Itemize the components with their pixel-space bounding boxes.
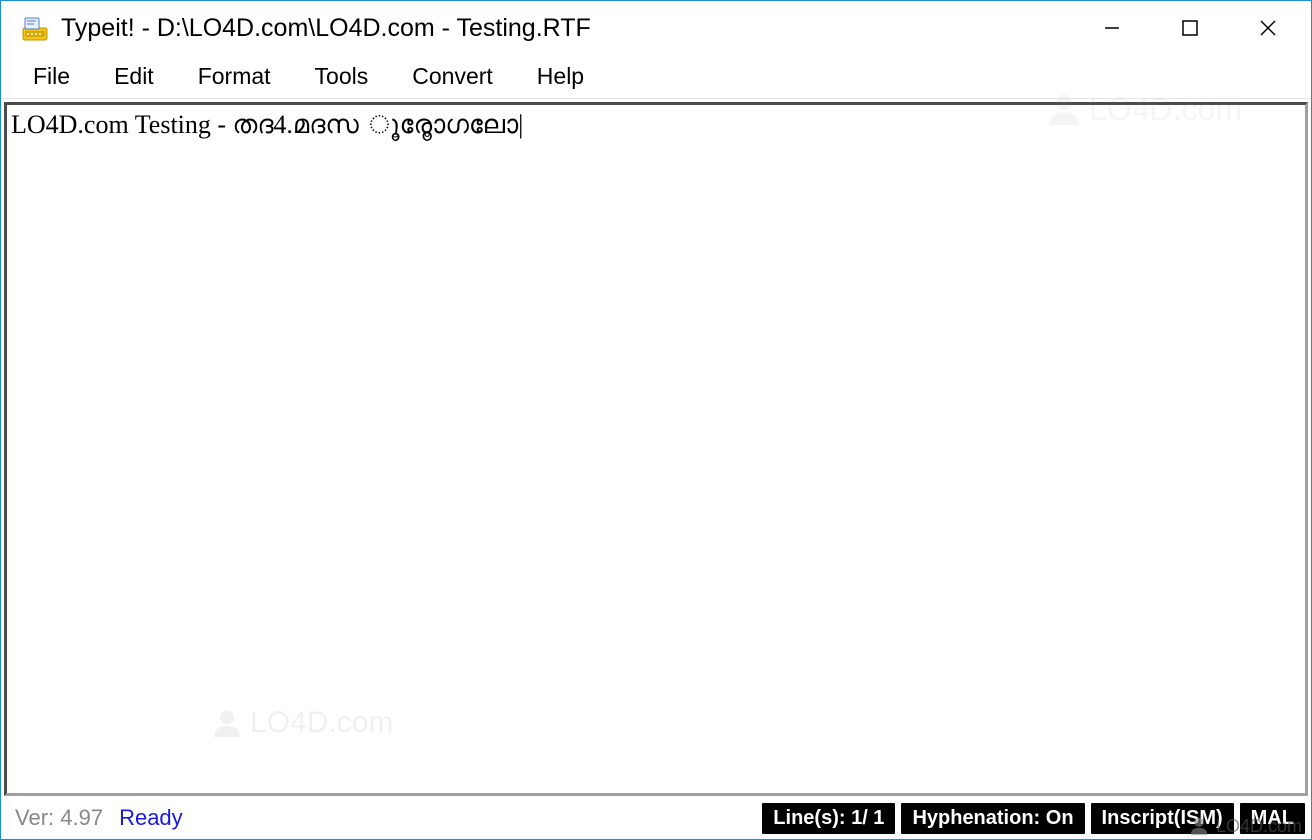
watermark-text: LO4D.com — [1216, 816, 1302, 837]
app-icon — [19, 12, 51, 44]
close-button[interactable] — [1229, 1, 1307, 55]
watermark-text: LO4D.com — [1089, 91, 1242, 128]
titlebar: Typeit! - D:\LO4D.com\LO4D.com - Testing… — [1, 1, 1311, 55]
editor-area[interactable]: LO4D.com Testing - തദ4.മദസ ൂരോൂഗലോ — [4, 102, 1308, 796]
watermark-middle: LO4D.com — [210, 706, 393, 740]
person-icon — [210, 706, 244, 740]
status-left: Ver: 4.97 Ready — [7, 805, 756, 831]
menu-tools[interactable]: Tools — [293, 59, 391, 94]
watermark-text: LO4D.com — [250, 706, 393, 740]
menu-format[interactable]: Format — [176, 59, 293, 94]
minimize-button[interactable] — [1073, 1, 1151, 55]
status-state: Ready — [119, 805, 183, 831]
watermark-top: LO4D.com — [1045, 90, 1242, 128]
window-title: Typeit! - D:\LO4D.com\LO4D.com - Testing… — [61, 14, 1073, 43]
menu-file[interactable]: File — [11, 59, 92, 94]
statusbar: Ver: 4.97 Ready Line(s): 1/ 1 Hyphenatio… — [1, 797, 1311, 839]
person-icon — [1045, 90, 1083, 128]
menu-edit[interactable]: Edit — [92, 59, 176, 94]
watermark-bottom: LO4D.com — [1188, 815, 1302, 837]
menu-convert[interactable]: Convert — [390, 59, 515, 94]
status-hyphenation[interactable]: Hyphenation: On — [901, 803, 1084, 834]
version-label: Ver: 4.97 — [15, 805, 103, 831]
maximize-button[interactable] — [1151, 1, 1229, 55]
status-lines: Line(s): 1/ 1 — [762, 803, 895, 834]
editor-container: LO4D.com Testing - തദ4.മദസ ൂരോൂഗലോ — [1, 99, 1311, 797]
window-controls — [1073, 1, 1307, 55]
menu-help[interactable]: Help — [515, 59, 606, 94]
person-icon — [1188, 815, 1210, 837]
